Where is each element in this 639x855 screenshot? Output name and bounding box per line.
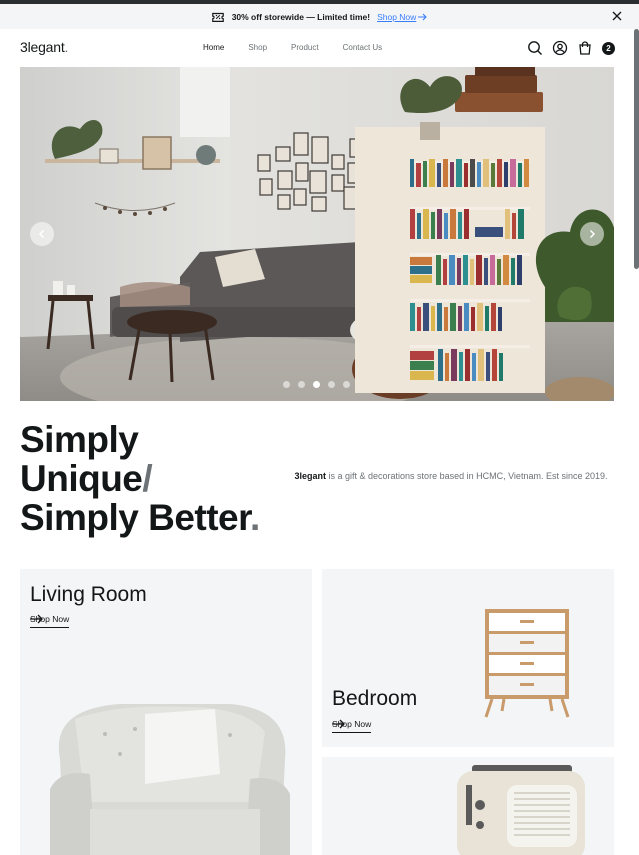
headline-line-2: Unique bbox=[20, 458, 143, 499]
category-title: Bedroom bbox=[332, 687, 418, 710]
promo-bar: 30% off storewide — Limited time! Shop N… bbox=[0, 4, 639, 29]
dresser-image bbox=[484, 609, 570, 718]
slider-next-button[interactable] bbox=[580, 222, 604, 246]
promo-shop-now-link[interactable]: Shop Now bbox=[377, 12, 428, 22]
hero-room-image bbox=[20, 67, 614, 401]
description-brand: 3legant bbox=[294, 471, 327, 481]
headline-line-1: Simply bbox=[20, 419, 139, 460]
cart-count-badge: 2 bbox=[602, 41, 615, 55]
headline-line-3: Simply Better bbox=[20, 497, 250, 538]
slider-dot[interactable] bbox=[298, 381, 305, 388]
nav-item-product[interactable]: Product bbox=[291, 43, 319, 52]
nav-item-shop[interactable]: Shop bbox=[248, 43, 267, 52]
slider-dot-active[interactable] bbox=[313, 381, 320, 388]
hero-headline: Simply Unique/ Simply Better. bbox=[20, 420, 260, 537]
arrow-right-icon bbox=[418, 13, 428, 20]
nav-icons: 2 bbox=[527, 40, 615, 56]
logo-text: 3legant bbox=[20, 39, 65, 55]
slider-dots bbox=[283, 381, 350, 388]
close-icon[interactable] bbox=[611, 10, 623, 22]
category-card-bedroom[interactable]: Bedroom Shop Now bbox=[322, 569, 614, 747]
category-card-kitchen[interactable] bbox=[322, 757, 614, 855]
arrow-right-icon bbox=[332, 719, 345, 729]
nav-item-home[interactable]: Home bbox=[203, 43, 224, 52]
category-title: Living Room bbox=[30, 583, 147, 606]
chevron-left-icon bbox=[38, 229, 45, 239]
shopping-bag-icon[interactable] bbox=[577, 40, 593, 56]
search-icon[interactable] bbox=[527, 40, 543, 56]
slider-dot[interactable] bbox=[283, 381, 290, 388]
toaster-image bbox=[457, 765, 585, 855]
store-description: 3legant is a gift & decorations store ba… bbox=[292, 469, 610, 483]
page-scrollbar[interactable] bbox=[634, 29, 639, 269]
category-card-living-room[interactable]: Living Room Shop Now bbox=[20, 569, 312, 855]
description-text: is a gift & decorations store based in H… bbox=[326, 471, 608, 481]
promo-message: 30% off storewide — Limited time! bbox=[231, 11, 371, 22]
slider-prev-button[interactable] bbox=[30, 222, 54, 246]
headline-period: . bbox=[249, 497, 260, 538]
armchair-image bbox=[50, 704, 290, 855]
promo-link-label: Shop Now bbox=[377, 11, 417, 22]
ticket-percent-icon bbox=[211, 12, 224, 22]
slider-dot[interactable] bbox=[343, 381, 350, 388]
chevron-right-icon bbox=[589, 229, 596, 239]
nav-item-contact-us[interactable]: Contact Us bbox=[343, 43, 383, 52]
hero-slider bbox=[20, 67, 614, 401]
brand-logo[interactable]: 3legant. bbox=[20, 39, 68, 55]
main-navigation: 3legant. Home Shop Product Contact Us 2 bbox=[0, 29, 639, 67]
headline-slash: / bbox=[142, 458, 153, 499]
nav-menu: Home Shop Product Contact Us bbox=[203, 43, 382, 52]
logo-dot: . bbox=[64, 39, 69, 55]
slider-dot[interactable] bbox=[328, 381, 335, 388]
shop-now-link[interactable]: Shop Now bbox=[332, 719, 372, 733]
arrow-right-icon bbox=[30, 614, 43, 624]
user-circle-icon[interactable] bbox=[552, 40, 568, 56]
shop-now-link[interactable]: Shop Now bbox=[30, 614, 70, 628]
